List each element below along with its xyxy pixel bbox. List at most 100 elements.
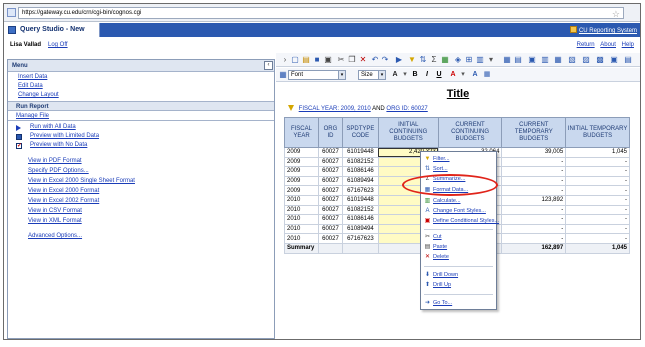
layout-icon-1[interactable]: ▦	[502, 55, 512, 65]
column-header[interactable]: INITIAL CONTINUING BUDGETS	[377, 117, 439, 148]
table-cell[interactable]: -	[565, 166, 630, 177]
context-paste[interactable]: ▤ Paste	[421, 243, 496, 252]
text-format-icon[interactable]: A	[470, 70, 480, 80]
table-cell[interactable]: 61019448	[341, 194, 379, 206]
column-header[interactable]: INITIAL TEMPORARY BUDGETS	[565, 117, 630, 148]
chevron-down-icon[interactable]: ▾	[486, 55, 496, 65]
new-icon[interactable]: ▢	[290, 55, 300, 65]
table-cell[interactable]: -	[501, 185, 567, 196]
layout-icon-4[interactable]: ▥	[540, 55, 550, 65]
table-cell[interactable]: 2010	[284, 223, 319, 235]
column-header[interactable]: CURRENT CONTINUING BUDGETS	[437, 117, 503, 148]
table-cell[interactable]: 2010	[284, 233, 319, 244]
undo-icon[interactable]: ↶	[370, 55, 380, 65]
table-cell[interactable]: 60027	[317, 233, 343, 244]
preview-limited-link[interactable]: Preview with Limited Data	[30, 133, 99, 139]
context-conditional-styles[interactable]: ▣ Define Conditional Styles...	[421, 217, 499, 226]
save-icon[interactable]: ■	[312, 55, 322, 65]
group-icon[interactable]: ◈	[453, 55, 463, 65]
context-drill-up[interactable]: ⬆ Drill Up	[421, 281, 496, 290]
font-size-icon[interactable]: A	[390, 70, 400, 80]
filter-fiscal-year[interactable]: FISCAL YEAR: 2009, 2010	[299, 106, 371, 112]
view-csv-link[interactable]: View in CSV Format	[28, 208, 82, 214]
column-header[interactable]: FISCAL YEAR	[284, 117, 319, 148]
table-cell[interactable]: 2009	[284, 185, 319, 196]
context-cut[interactable]: ✂ Cut	[421, 233, 496, 242]
table-cell[interactable]: 61019448	[341, 147, 379, 158]
context-sort[interactable]: ⇅ Sort...	[421, 165, 496, 174]
table-cell[interactable]: -	[501, 175, 567, 187]
table-cell[interactable]: 67167623	[341, 185, 379, 196]
table-cell[interactable]: 60027	[317, 194, 343, 206]
view-xml-link[interactable]: View in XML Format	[28, 218, 82, 224]
table-cell[interactable]: 2010	[284, 214, 319, 225]
chevron-right-icon[interactable]: ›	[280, 55, 290, 65]
layout-icon-3[interactable]: ▣	[527, 55, 537, 65]
table-cell[interactable]: -	[565, 223, 630, 235]
save-as-icon[interactable]: ▣	[323, 55, 333, 65]
font-color-icon[interactable]: A	[448, 70, 458, 80]
cut-icon[interactable]: ✂	[336, 55, 346, 65]
table-cell[interactable]: 61082152	[341, 204, 379, 216]
sort-icon[interactable]: ⇅	[418, 55, 428, 65]
size-select[interactable]: Size ▾	[358, 70, 386, 80]
table-cell[interactable]: 60027	[317, 204, 343, 216]
log-off-link[interactable]: Log Off	[48, 42, 68, 48]
table-cell[interactable]: 61082152	[341, 156, 379, 168]
pivot-icon[interactable]: ⊞	[464, 55, 474, 65]
preview-no-data-link[interactable]: Preview with No Data	[30, 142, 87, 148]
table-cell[interactable]: 61089494	[341, 175, 379, 187]
url-field[interactable]: https://gateway.cu.edu/crn/cgi-bin/cogno…	[18, 7, 624, 19]
format-icon[interactable]: ▦	[278, 70, 288, 80]
view-excel-2002-link[interactable]: View in Excel 2002 Format	[28, 198, 99, 204]
summarize-icon[interactable]: Σ	[429, 55, 439, 65]
layout-icon-8[interactable]: ▩	[595, 55, 605, 65]
table-cell[interactable]: 61089494	[341, 223, 379, 235]
font-select[interactable]: Font ▾	[288, 70, 346, 80]
table-cell[interactable]: 162,897	[501, 242, 567, 254]
table-cell[interactable]: -	[501, 214, 567, 225]
layout-icon-9[interactable]: ▣	[609, 55, 619, 65]
copy-icon[interactable]: ❐	[347, 55, 357, 65]
table-cell[interactable]: 60027	[317, 166, 343, 177]
reporting-system-link[interactable]: CU Reporting System	[569, 26, 637, 34]
table-cell[interactable]: 2009	[284, 175, 319, 187]
table-cell[interactable]: -	[501, 166, 567, 177]
view-excel-2000-link[interactable]: View in Excel 2000 Format	[28, 188, 99, 194]
filter-org-id[interactable]: ORG ID: 60027	[386, 106, 427, 112]
chart-icon[interactable]: ▥	[475, 55, 485, 65]
table-cell[interactable]: 2010	[284, 194, 319, 206]
view-pdf-link[interactable]: View in PDF Format	[28, 158, 82, 164]
table-cell[interactable]: 60027	[317, 147, 343, 158]
table-cell[interactable]: -	[501, 223, 567, 235]
context-delete[interactable]: ✕ Delete	[421, 253, 496, 262]
column-header[interactable]: SPDTYPE CODE	[341, 117, 379, 148]
context-filter[interactable]: ▼ Filter...	[421, 155, 496, 164]
table-cell[interactable]	[341, 242, 379, 254]
table-cell[interactable]: -	[565, 156, 630, 168]
context-go-to[interactable]: ➜ Go To...	[421, 299, 496, 308]
table-cell[interactable]: 2010	[284, 204, 319, 216]
table-cell[interactable]: -	[565, 214, 630, 225]
table-cell[interactable]: 39,005	[501, 147, 567, 158]
chevron-left-icon[interactable]: ‹	[264, 61, 273, 70]
table-cell[interactable]: 2009	[284, 166, 319, 177]
table-cell[interactable]: -	[501, 233, 567, 244]
context-drill-down[interactable]: ⬇ Drill Down	[421, 271, 496, 280]
context-calculate[interactable]: ▥ Calculate...	[421, 197, 496, 206]
table-cell[interactable]: 67167623	[341, 233, 379, 244]
report-title[interactable]: Title	[276, 88, 640, 100]
table-cell[interactable]: 2009	[284, 147, 319, 158]
delete-icon[interactable]: ✕	[358, 55, 368, 65]
redo-icon[interactable]: ↷	[380, 55, 390, 65]
italic-button[interactable]: I	[422, 70, 432, 80]
column-header[interactable]: ORG ID	[317, 117, 343, 148]
menu-change-layout[interactable]: Change Layout	[18, 92, 59, 98]
pdf-options-link[interactable]: Specify PDF Options...	[28, 168, 89, 174]
table-cell[interactable]: 60027	[317, 156, 343, 168]
table-cell[interactable]: 61086146	[341, 214, 379, 225]
return-link[interactable]: Return	[577, 42, 595, 48]
layout-icon-6[interactable]: ▧	[567, 55, 577, 65]
run-icon[interactable]: ▶	[394, 55, 404, 65]
star-icon[interactable]: ☆	[612, 9, 620, 19]
